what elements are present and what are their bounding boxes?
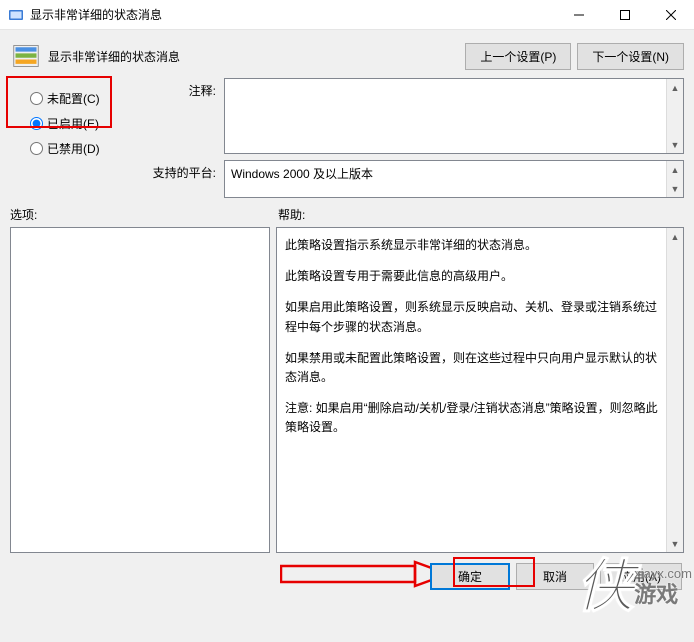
help-p4: 如果禁用或未配置此策略设置，则在这些过程中只向用户显示默认的状态消息。 (285, 349, 661, 387)
policy-icon (10, 40, 42, 72)
window-title: 显示非常详细的状态消息 (30, 6, 556, 23)
scroll-up-icon[interactable]: ▲ (667, 228, 683, 245)
scroll-down-icon[interactable]: ▼ (667, 180, 683, 197)
scroll-up-icon[interactable]: ▲ (667, 79, 683, 96)
header: 显示非常详细的状态消息 上一个设置(P) 下一个设置(N) (0, 30, 694, 78)
next-setting-button[interactable]: 下一个设置(N) (577, 43, 684, 70)
watermark-char: 侠 (576, 558, 634, 616)
close-button[interactable] (648, 0, 694, 30)
app-icon (8, 7, 24, 23)
radio-not-configured-label: 未配置(C) (47, 90, 100, 107)
minimize-button[interactable] (556, 0, 602, 30)
title-bar: 显示非常详细的状态消息 (0, 0, 694, 30)
maximize-button[interactable] (602, 0, 648, 30)
watermark: 侠 xiayx.com 游戏 (576, 558, 692, 616)
help-p3: 如果启用此策略设置，则系统显示反映启动、关机、登录或注销系统过程中每个步骤的状态… (285, 298, 661, 336)
supported-label: 支持的平台: (140, 160, 220, 198)
comment-scrollbar[interactable]: ▲ ▼ (666, 79, 683, 153)
scroll-down-icon[interactable]: ▼ (667, 535, 683, 552)
highlight-arrow (280, 559, 450, 589)
comment-textarea[interactable]: ▲ ▼ (224, 78, 684, 154)
supported-platform-box: Windows 2000 及以上版本 ▲ ▼ (224, 160, 684, 198)
radio-disabled-input[interactable] (30, 142, 43, 155)
prev-setting-button[interactable]: 上一个设置(P) (465, 43, 571, 70)
radio-disabled-label: 已禁用(D) (47, 140, 100, 157)
help-p1: 此策略设置指示系统显示非常详细的状态消息。 (285, 236, 661, 255)
help-pane: 此策略设置指示系统显示非常详细的状态消息。 此策略设置专用于需要此信息的高级用户… (276, 227, 684, 553)
state-radio-group: 未配置(C) 已启用(E) 已禁用(D) (10, 78, 122, 163)
help-scrollbar[interactable]: ▲ ▼ (666, 228, 683, 552)
watermark-line2: 游戏 (634, 582, 692, 608)
radio-not-configured-input[interactable] (30, 92, 43, 105)
help-label: 帮助: (278, 206, 305, 223)
radio-enabled[interactable]: 已启用(E) (28, 111, 122, 136)
help-text: 此策略设置指示系统显示非常详细的状态消息。 此策略设置专用于需要此信息的高级用户… (277, 228, 683, 458)
scroll-up-icon[interactable]: ▲ (667, 161, 683, 178)
help-p2: 此策略设置专用于需要此信息的高级用户。 (285, 267, 661, 286)
scroll-down-icon[interactable]: ▼ (667, 136, 683, 153)
header-title: 显示非常详细的状态消息 (48, 48, 465, 65)
supported-scrollbar[interactable]: ▲ ▼ (666, 161, 683, 197)
options-pane (10, 227, 270, 553)
radio-enabled-input[interactable] (30, 117, 43, 130)
supported-platform-text: Windows 2000 及以上版本 (231, 167, 373, 181)
watermark-url: xiayx.com (634, 566, 692, 582)
radio-enabled-label: 已启用(E) (47, 115, 99, 132)
radio-not-configured[interactable]: 未配置(C) (28, 86, 122, 111)
comment-label: 注释: (174, 78, 220, 154)
radio-disabled[interactable]: 已禁用(D) (28, 136, 122, 161)
ok-button[interactable]: 确定 (430, 563, 510, 590)
help-p5: 注意: 如果启用“删除启动/关机/登录/注销状态消息”策略设置，则忽略此策略设置… (285, 399, 661, 437)
options-label: 选项: (10, 206, 278, 223)
